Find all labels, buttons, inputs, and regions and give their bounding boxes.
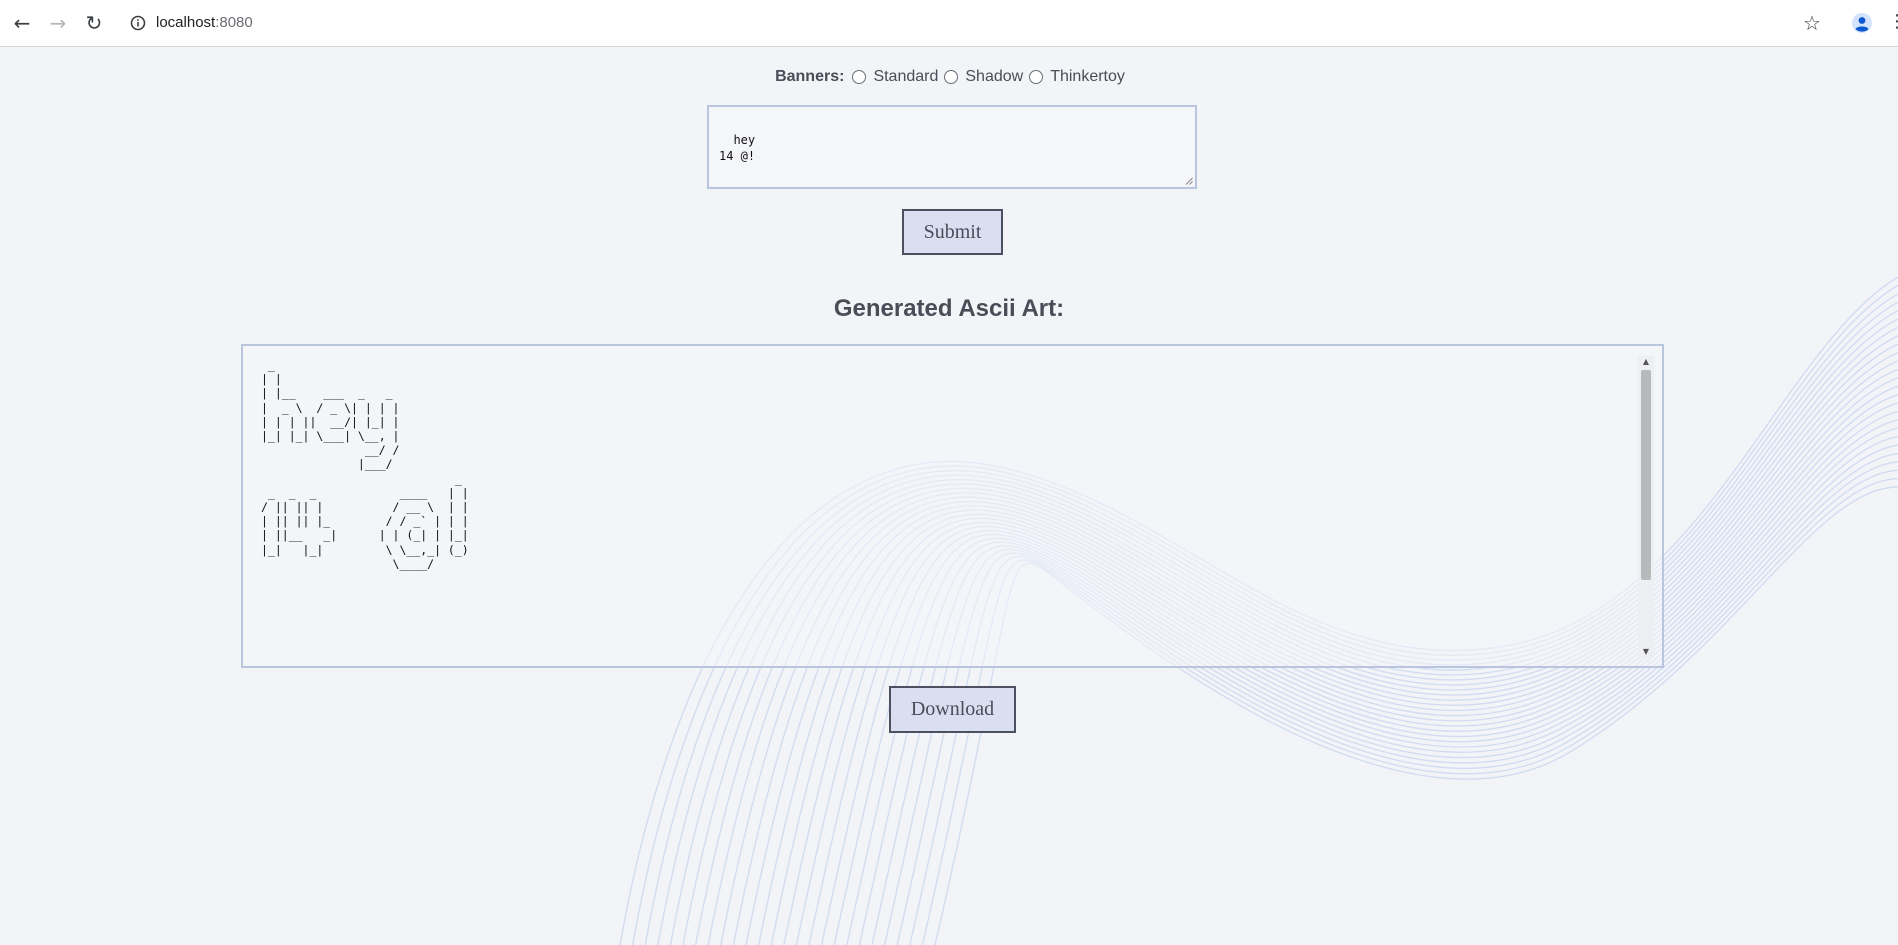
banner-option-label: Standard xyxy=(873,68,939,85)
vertical-scrollbar[interactable]: ▲ ▼ xyxy=(1638,356,1654,658)
output-title: Generated Ascii Art: xyxy=(833,295,1065,322)
scroll-down-icon[interactable]: ▼ xyxy=(1638,646,1654,658)
address-bar[interactable]: localhost:8080 xyxy=(156,12,253,34)
resize-handle-icon[interactable] xyxy=(1185,177,1193,185)
text-input-value: hey 14 @! xyxy=(719,133,756,163)
banner-option-shadow[interactable]: Shadow xyxy=(944,66,1023,88)
menu-icon[interactable]: ⋮ xyxy=(1888,11,1898,35)
info-icon[interactable] xyxy=(128,13,148,33)
ascii-art-output: _ | | | |__ ___ _ _ | _ \ / _ \| | | | |… xyxy=(261,358,469,571)
back-icon[interactable]: ← xyxy=(9,10,35,36)
scroll-up-icon[interactable]: ▲ xyxy=(1638,356,1654,368)
radio-standard[interactable] xyxy=(852,70,867,84)
banner-selector: Banners: Standard Shadow Thinkertoy xyxy=(0,66,1898,88)
forward-icon[interactable]: → xyxy=(45,10,71,36)
scroll-thumb[interactable] xyxy=(1641,370,1651,580)
browser-toolbar: ← → ↻ localhost:8080 ☆ ⋮ xyxy=(0,0,1898,47)
reload-icon[interactable]: ↻ xyxy=(81,10,107,36)
profile-icon[interactable] xyxy=(1850,11,1874,35)
banner-option-thinkertoy[interactable]: Thinkertoy xyxy=(1029,66,1125,88)
radio-shadow[interactable] xyxy=(944,70,959,84)
text-input-area[interactable]: hey 14 @! xyxy=(707,105,1197,189)
banner-option-label: Shadow xyxy=(965,68,1024,85)
ascii-output-box[interactable]: _ | | | |__ ___ _ _ | _ \ / _ \| | | | |… xyxy=(241,344,1664,668)
submit-button[interactable]: Submit xyxy=(902,209,1003,255)
download-button[interactable]: Download xyxy=(889,686,1016,733)
banner-option-label: Thinkertoy xyxy=(1050,68,1125,85)
url-port: :8080 xyxy=(215,14,253,31)
banner-option-standard[interactable]: Standard xyxy=(852,66,938,88)
radio-thinkertoy[interactable] xyxy=(1029,70,1044,84)
bookmark-star-icon[interactable]: ☆ xyxy=(1800,11,1824,35)
url-host: localhost xyxy=(156,14,216,31)
banners-label: Banners: xyxy=(775,68,845,85)
